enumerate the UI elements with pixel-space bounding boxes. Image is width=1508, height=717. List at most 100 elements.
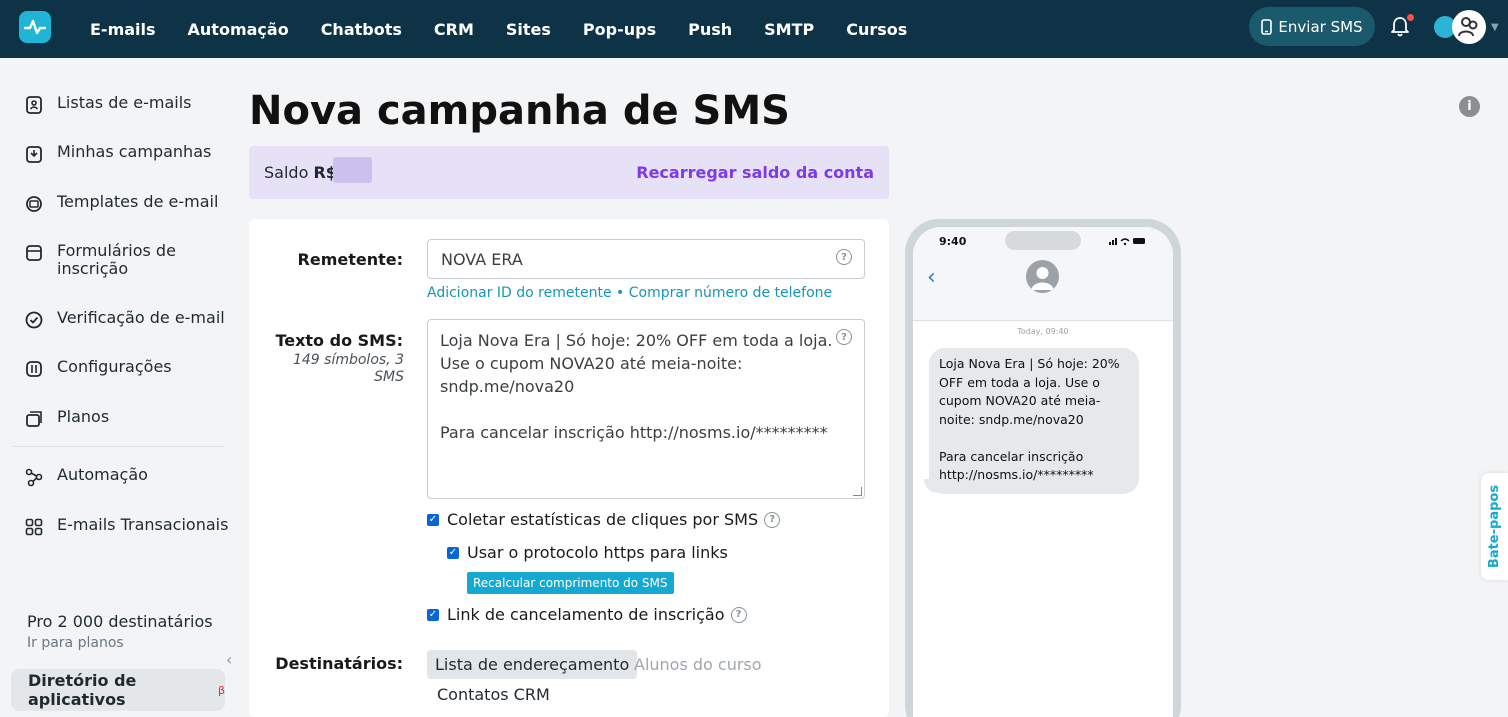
users-icon bbox=[1458, 17, 1478, 37]
sidebar-item-forms[interactable]: Formulários de inscrição bbox=[24, 242, 176, 278]
nav-emails[interactable]: E-mails bbox=[74, 20, 172, 39]
sidebar-item-settings[interactable]: Configurações bbox=[24, 358, 172, 379]
https-checkbox-row[interactable]: ✓ Usar o protocolo https para links bbox=[447, 543, 728, 562]
app-directory-label: Diretório de aplicativos bbox=[28, 671, 137, 709]
unsubscribe-checkbox-row[interactable]: ✓ Link de cancelamento de inscrição ? bbox=[427, 605, 747, 624]
sidebar-item-campaigns[interactable]: Minhas campanhas bbox=[24, 143, 211, 164]
message-timestamp: Today, 09:40 bbox=[1017, 327, 1069, 336]
contact-avatar-icon bbox=[1026, 260, 1059, 293]
plan-title: Pro 2 000 destinatários bbox=[27, 612, 213, 631]
nav-smtp[interactable]: SMTP bbox=[748, 20, 830, 39]
phone-notch bbox=[1005, 231, 1081, 250]
sidebar-item-label: Minhas campanhas bbox=[57, 142, 212, 161]
automation-icon bbox=[25, 468, 43, 487]
sidebar-item-label: Configurações bbox=[57, 357, 172, 376]
chats-tab[interactable]: Bate-papos bbox=[1481, 473, 1508, 580]
check-circle-icon bbox=[25, 311, 43, 329]
nav-chatbots[interactable]: Chatbots bbox=[305, 20, 418, 39]
nav-popups[interactable]: Pop-ups bbox=[567, 20, 672, 39]
balance-text: Saldo bbox=[264, 163, 309, 182]
help-icon[interactable]: ? bbox=[730, 606, 747, 623]
stats-checkbox[interactable]: ✓ bbox=[427, 513, 439, 526]
sms-form: Remetente: NOVA ERA ? Adicionar ID do re… bbox=[249, 219, 889, 717]
beta-badge: β bbox=[217, 683, 225, 697]
sidebar: Listas de e-mails Minhas campanhas Templ… bbox=[0, 58, 236, 717]
sender-input[interactable]: NOVA ERA bbox=[427, 239, 865, 279]
https-checkbox[interactable]: ✓ bbox=[447, 546, 459, 559]
sidebar-item-transactional[interactable]: E-mails Transacionais bbox=[24, 516, 228, 537]
sidebar-divider bbox=[12, 446, 224, 447]
info-icon[interactable]: i bbox=[1459, 96, 1480, 117]
chevron-down-icon[interactable]: ▼ bbox=[1491, 22, 1499, 33]
link-separator: • bbox=[611, 285, 629, 301]
user-avatar[interactable] bbox=[1452, 10, 1486, 44]
sms-preview-bubble: Loja Nova Era | Só hoje: 20% OFF em toda… bbox=[929, 348, 1139, 494]
top-navbar: E-mails Automação Chatbots CRM Sites Pop… bbox=[0, 0, 1508, 58]
campaign-icon bbox=[26, 146, 42, 163]
sender-links: Adicionar ID do remetente • Comprar núme… bbox=[427, 285, 832, 301]
help-icon[interactable]: ? bbox=[836, 249, 852, 265]
sidebar-item-email-lists[interactable]: Listas de e-mails bbox=[24, 94, 192, 115]
form-icon bbox=[26, 245, 42, 261]
phone-screen: 9:40 ‹ Today, 09:40 Loja Nova Era | Só h… bbox=[913, 227, 1173, 717]
plans-icon bbox=[26, 411, 42, 427]
sms-text-area[interactable]: Loja Nova Era | Só hoje: 20% OFF em toda… bbox=[427, 319, 865, 499]
phone-icon bbox=[1261, 18, 1273, 35]
nav-automacao[interactable]: Automação bbox=[172, 20, 305, 39]
buy-phone-number-link[interactable]: Comprar número de telefone bbox=[629, 285, 832, 301]
signal-wifi-battery-icon bbox=[1109, 236, 1147, 249]
resize-handle[interactable] bbox=[853, 487, 862, 496]
tab-crm-contacts[interactable]: Contatos CRM bbox=[437, 685, 550, 704]
unsubscribe-checkbox[interactable]: ✓ bbox=[427, 608, 439, 621]
template-icon bbox=[26, 196, 42, 212]
add-sender-id-link[interactable]: Adicionar ID do remetente bbox=[427, 285, 612, 301]
list-icon bbox=[26, 96, 42, 114]
sidebar-item-label: Templates de e-mail bbox=[57, 192, 219, 211]
phone-preview: 9:40 ‹ Today, 09:40 Loja Nova Era | Só h… bbox=[905, 219, 1181, 717]
sidebar-item-label: Listas de e-mails bbox=[57, 93, 192, 112]
notification-dot bbox=[1407, 14, 1414, 21]
back-chevron-icon[interactable]: ‹ bbox=[927, 265, 936, 290]
tab-mailing-list[interactable]: Lista de endereçamento bbox=[427, 650, 638, 679]
settings-icon bbox=[26, 361, 42, 377]
app-directory-button[interactable]: Diretório de aplicativos β bbox=[11, 669, 225, 711]
nav-cursos[interactable]: Cursos bbox=[830, 20, 923, 39]
chats-tab-label: Bate-papos bbox=[1487, 484, 1503, 569]
nav-sites[interactable]: Sites bbox=[490, 20, 567, 39]
go-to-plans-link[interactable]: Ir para planos bbox=[27, 635, 124, 651]
https-checkbox-label: Usar o protocolo https para links bbox=[467, 543, 728, 562]
main-menu: E-mails Automação Chatbots CRM Sites Pop… bbox=[74, 0, 923, 58]
status-time: 9:40 bbox=[939, 235, 967, 248]
sidebar-item-label: Automação bbox=[57, 465, 148, 484]
sms-text-label: Texto do SMS: bbox=[275, 331, 403, 350]
nav-crm[interactable]: CRM bbox=[418, 20, 490, 39]
collapse-sidebar-icon[interactable]: ‹ bbox=[226, 650, 232, 669]
pulse-logo-icon bbox=[24, 19, 46, 35]
recharge-balance-link[interactable]: Recarregar saldo da conta bbox=[636, 163, 874, 182]
sidebar-item-email-verification[interactable]: Verificação de e-mail bbox=[24, 309, 225, 330]
unsubscribe-checkbox-label: Link de cancelamento de inscrição bbox=[447, 605, 725, 624]
help-icon[interactable]: ? bbox=[836, 329, 852, 345]
sidebar-item-label: Formulários de inscrição bbox=[57, 241, 176, 278]
sidebar-item-templates[interactable]: Templates de e-mail bbox=[24, 193, 218, 214]
send-sms-button[interactable]: Enviar SMS bbox=[1249, 7, 1375, 46]
recalculate-sms-button[interactable]: Recalcular comprimento do SMS bbox=[467, 572, 674, 594]
app-logo[interactable] bbox=[19, 11, 51, 43]
sidebar-item-automation[interactable]: Automação bbox=[24, 466, 148, 487]
sidebar-item-label: E-mails Transacionais bbox=[57, 515, 229, 534]
stats-checkbox-row[interactable]: ✓ Coletar estatísticas de cliques por SM… bbox=[427, 510, 781, 529]
balance-bar: Saldo R$ Recarregar saldo da conta bbox=[249, 146, 889, 199]
page-title: Nova campanha de SMS bbox=[249, 88, 790, 134]
recipients-label: Destinatários: bbox=[275, 654, 403, 673]
sms-counter: 149 símbolos, 3 SMS bbox=[292, 352, 404, 385]
sidebar-item-label: Planos bbox=[57, 407, 110, 426]
sidebar-item-plans[interactable]: Planos bbox=[24, 408, 109, 429]
sidebar-item-label: Verificação de e-mail bbox=[57, 308, 225, 327]
tab-course-students[interactable]: Alunos do curso bbox=[634, 655, 762, 674]
balance-label: Saldo R$ bbox=[264, 163, 337, 182]
grid-icon bbox=[25, 518, 43, 536]
nav-push[interactable]: Push bbox=[672, 20, 748, 39]
stats-checkbox-label: Coletar estatísticas de cliques por SMS bbox=[447, 510, 759, 529]
help-icon[interactable]: ? bbox=[764, 511, 781, 528]
balance-value-hidden bbox=[333, 157, 372, 183]
